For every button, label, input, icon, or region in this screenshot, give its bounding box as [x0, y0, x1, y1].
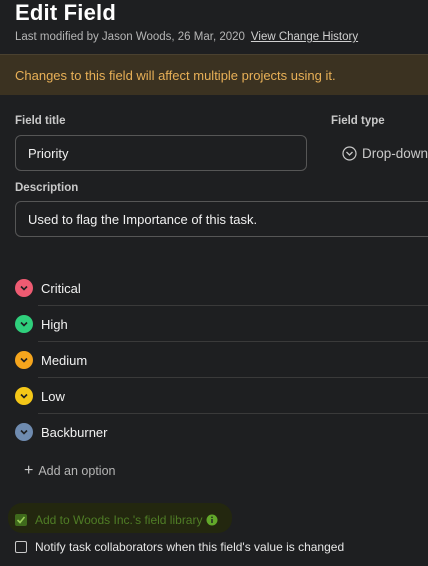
field-type-label: Field type — [331, 115, 385, 127]
field-title-label: Field title — [15, 115, 66, 127]
option-label[interactable]: High — [41, 317, 68, 332]
option-color-chevron-icon[interactable] — [15, 315, 33, 333]
option-color-chevron-icon[interactable] — [15, 279, 33, 297]
option-label[interactable]: Medium — [41, 353, 87, 368]
library-checkbox[interactable] — [15, 514, 27, 526]
library-checkbox-label: Add to Woods Inc.'s field library — [35, 513, 203, 527]
notify-checkbox-label: Notify task collaborators when this fiel… — [35, 540, 345, 554]
add-option-label: Add an option — [38, 464, 116, 478]
field-type-value: Drop-down — [362, 145, 428, 161]
option-label[interactable]: Low — [41, 389, 65, 404]
option-row[interactable]: Medium — [0, 342, 428, 378]
add-option-button[interactable]: + Add an option — [24, 462, 116, 480]
page-title: Edit Field — [15, 0, 116, 25]
checkmark-icon — [16, 516, 26, 524]
library-checkbox-row[interactable]: Add to Woods Inc.'s field library — [15, 513, 218, 527]
option-color-chevron-icon[interactable] — [15, 423, 33, 441]
modified-info: Last modified by Jason Woods, 26 Mar, 20… — [15, 31, 358, 43]
notify-checkbox[interactable] — [15, 541, 27, 553]
header: Edit Field Last modified by Jason Woods,… — [0, 0, 428, 54]
description-input[interactable]: Used to flag the Importance of this task… — [15, 201, 428, 237]
warning-text: Changes to this field will affect multip… — [15, 68, 336, 83]
info-icon[interactable] — [206, 514, 218, 526]
option-row[interactable]: Critical — [0, 270, 428, 306]
description-value: Used to flag the Importance of this task… — [28, 211, 258, 227]
notify-checkbox-row[interactable]: Notify task collaborators when this fiel… — [15, 540, 344, 554]
option-row[interactable]: Backburner — [0, 414, 428, 450]
plus-icon: + — [24, 462, 34, 479]
field-type-select[interactable]: Drop-down — [342, 143, 428, 163]
description-label: Description — [15, 182, 79, 194]
field-title-input[interactable]: Priority — [15, 135, 307, 171]
modified-text: Last modified by Jason Woods, 26 Mar, 20… — [15, 31, 245, 43]
option-color-chevron-icon[interactable] — [15, 387, 33, 405]
option-row[interactable]: High — [0, 306, 428, 342]
view-change-history-link[interactable]: View Change History — [251, 31, 358, 43]
warning-banner: Changes to this field will affect multip… — [0, 54, 428, 95]
field-title-value: Priority — [28, 145, 69, 161]
option-label[interactable]: Critical — [41, 281, 81, 296]
chevron-down-circle-icon — [342, 145, 357, 161]
option-label[interactable]: Backburner — [41, 425, 107, 440]
option-color-chevron-icon[interactable] — [15, 351, 33, 369]
option-row[interactable]: Low — [0, 378, 428, 414]
